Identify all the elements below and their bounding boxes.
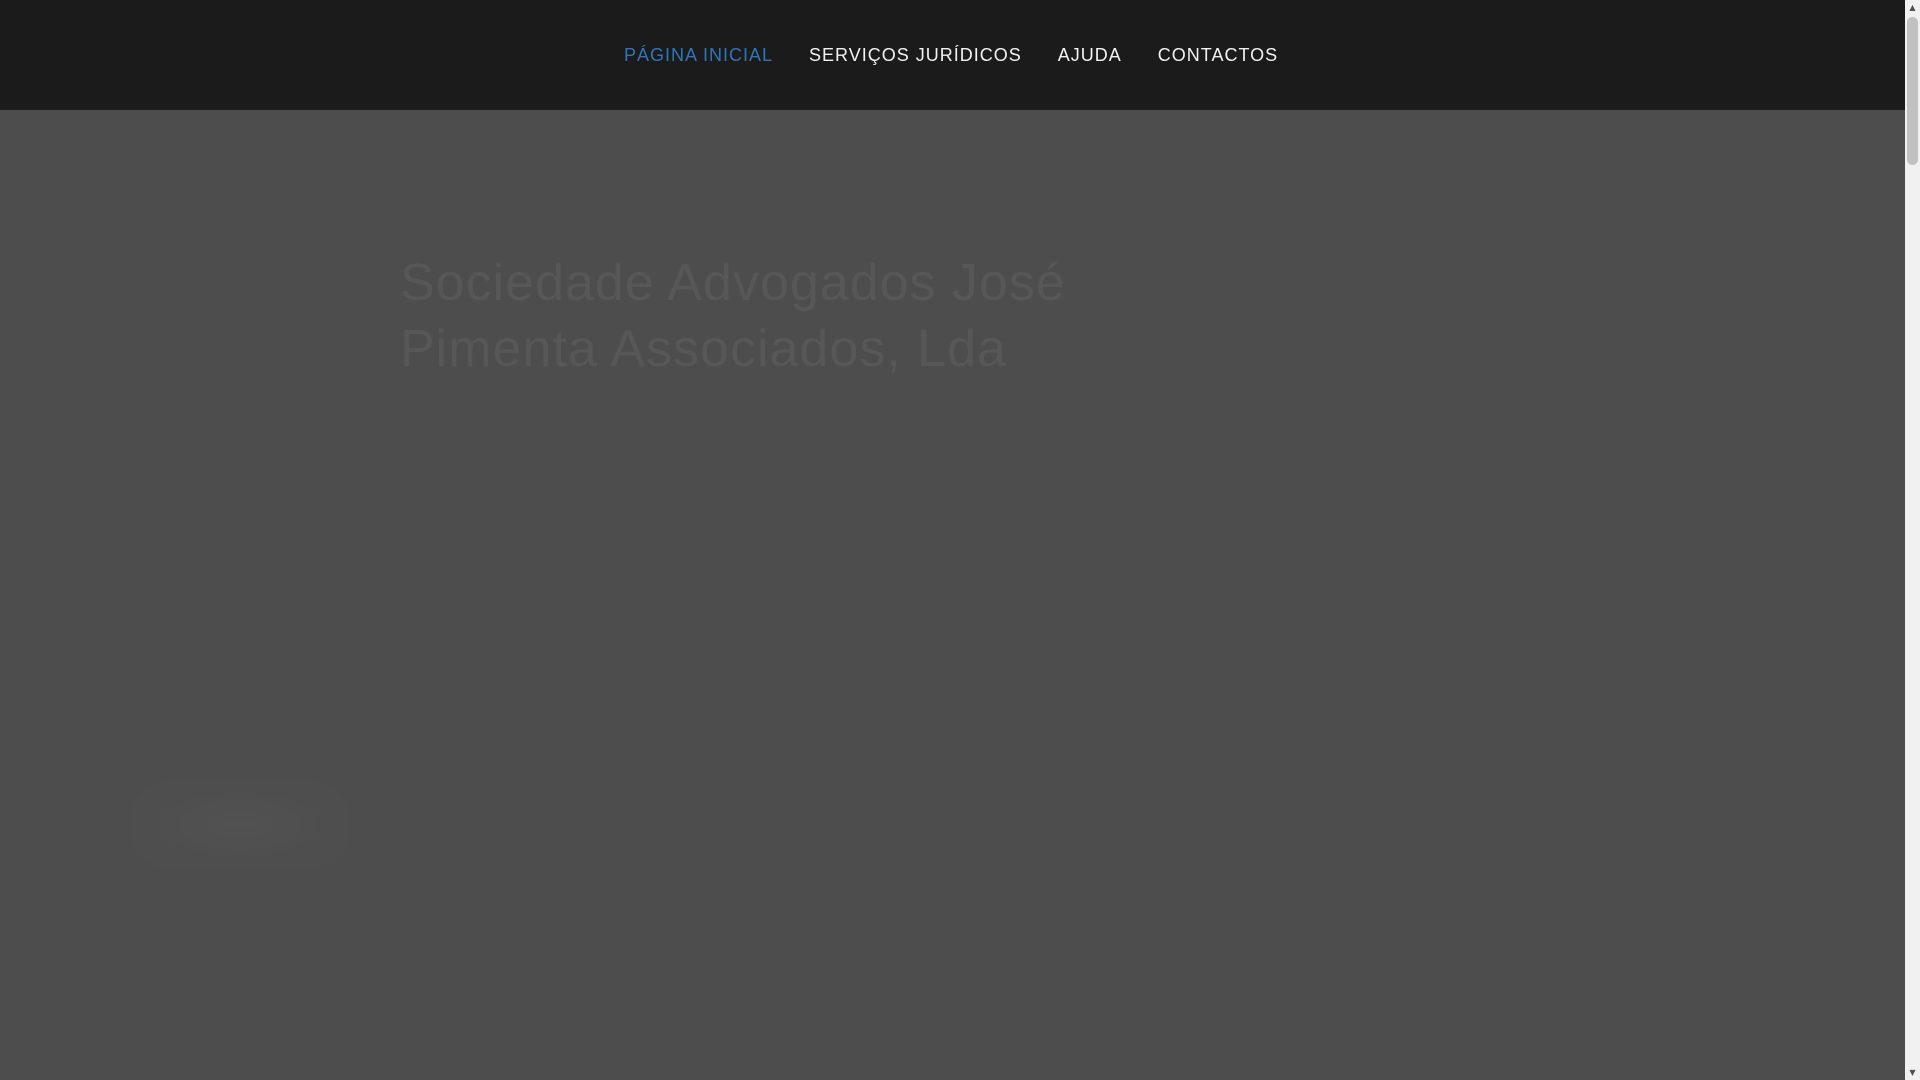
- scroll-down-icon[interactable]: ▼: [1905, 1065, 1920, 1080]
- nav-link-help[interactable]: AJUDA: [1040, 0, 1140, 110]
- menu-item-legal-services: SERVIÇOS JURÍDICOS: [791, 0, 1040, 110]
- hero-section: Sociedade Advogados José Pimenta Associa…: [0, 110, 1905, 1080]
- nav-link-legal-services[interactable]: SERVIÇOS JURÍDICOS: [791, 0, 1040, 110]
- nav-link-contacts[interactable]: CONTACTOS: [1140, 0, 1296, 110]
- scroll-up-icon[interactable]: ▲: [1905, 0, 1920, 15]
- page: PÁGINA INICIAL SERVIÇOS JURÍDICOS AJUDA …: [0, 0, 1920, 1080]
- scrollbar-thumb[interactable]: [1907, 17, 1918, 165]
- hero-title: Sociedade Advogados José Pimenta Associa…: [400, 254, 1066, 378]
- main-menu: PÁGINA INICIAL SERVIÇOS JURÍDICOS AJUDA …: [606, 0, 1296, 110]
- nav-link-home[interactable]: PÁGINA INICIAL: [606, 0, 791, 110]
- hero-decorative-shape: [130, 780, 350, 870]
- menu-item-contacts: CONTACTOS: [1140, 0, 1296, 110]
- viewport: PÁGINA INICIAL SERVIÇOS JURÍDICOS AJUDA …: [0, 0, 1905, 1080]
- menu-item-help: AJUDA: [1040, 0, 1140, 110]
- vertical-scrollbar[interactable]: ▲ ▼: [1905, 0, 1920, 1080]
- menu-item-home: PÁGINA INICIAL: [606, 0, 791, 110]
- navigation-bar: PÁGINA INICIAL SERVIÇOS JURÍDICOS AJUDA …: [0, 0, 1905, 110]
